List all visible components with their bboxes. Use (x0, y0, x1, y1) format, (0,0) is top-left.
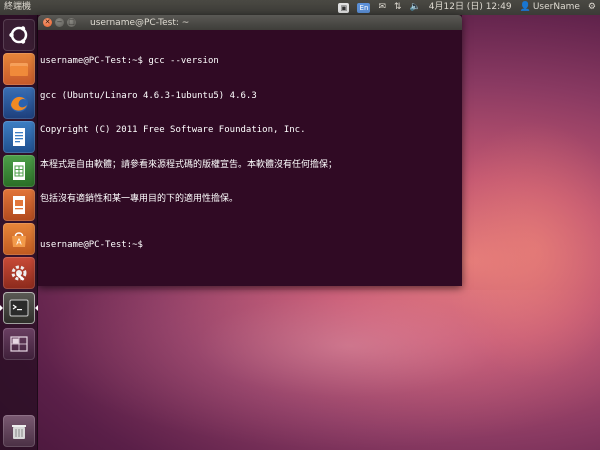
terminal-icon[interactable] (3, 292, 35, 324)
user-menu[interactable]: 👤 UserName (520, 0, 580, 15)
user-name: UserName (532, 2, 580, 12)
calc-glyph (13, 162, 25, 180)
launcher: A (0, 15, 38, 450)
workspace-glyph (10, 336, 28, 352)
terminal-line: Copyright (C) 2011 Free Software Foundat… (40, 125, 306, 135)
system-settings-icon[interactable] (3, 257, 35, 289)
ubuntu-logo (9, 26, 28, 44)
session-gear-icon[interactable]: ⚙ (588, 0, 596, 15)
dropbox-indicator-icon[interactable]: ▣ (338, 0, 350, 15)
window-maximize-button[interactable]: □ (67, 18, 76, 27)
ubuntu-dash-icon[interactable] (3, 19, 35, 51)
writer-document-icon[interactable] (3, 121, 35, 153)
firefox-glyph (10, 94, 28, 112)
terminal-titlebar[interactable]: ✕ − □ username@PC-Test: ~ (38, 15, 462, 30)
terminal-line: username@PC-Test:~$ gcc --version (40, 56, 219, 66)
window-minimize-button[interactable]: − (55, 18, 64, 27)
active-app-title: 終端機 (4, 2, 32, 12)
writer-glyph (13, 128, 25, 146)
terminal-output[interactable]: username@PC-Test:~$ gcc --version gcc (U… (38, 30, 462, 278)
shopping-bag-glyph: A (12, 232, 26, 247)
files-folder-icon[interactable] (3, 53, 35, 85)
folder-glyph (10, 63, 28, 76)
calc-spreadsheet-icon[interactable] (3, 155, 35, 187)
volume-icon[interactable]: 🔈 (410, 0, 421, 15)
software-center-icon[interactable]: A (3, 223, 35, 255)
wallpaper-glow (440, 120, 600, 380)
clock[interactable]: 4月12日 (日) 12:49 (429, 0, 512, 15)
svg-text:A: A (16, 238, 22, 247)
impress-presentation-icon[interactable] (3, 189, 35, 221)
window-close-button[interactable]: ✕ (43, 18, 52, 27)
top-panel: 終端機 ▣ En ✉ ⇅ 🔈 4月12日 (日) 12:49 👤 UserNam… (0, 0, 600, 15)
keyboard-layout-label: En (357, 2, 371, 13)
dropbox-icon: ▣ (338, 2, 350, 13)
trash-icon[interactable] (3, 415, 35, 447)
terminal-focused-indicator (35, 305, 38, 311)
terminal-title: username@PC-Test: ~ (90, 17, 190, 28)
terminal-running-indicator (0, 305, 3, 311)
gear-wrench-glyph (11, 265, 27, 281)
user-icon: 👤 (519, 2, 531, 12)
terminal-line: gcc (Ubuntu/Linaro 4.6.3-1ubuntu5) 4.6.3 (40, 90, 257, 101)
keyboard-layout-indicator[interactable]: En (357, 0, 371, 15)
terminal-prompt[interactable]: username@PC-Test:~$ (40, 240, 460, 252)
impress-glyph (13, 196, 25, 214)
terminal-line: 包括沒有適銷性和某一專用目的下的適用性擔保。 (40, 194, 239, 204)
workspace-switcher-icon[interactable] (3, 328, 35, 360)
messaging-menu-icon[interactable]: ✉ (378, 0, 386, 15)
trash-glyph (12, 425, 26, 439)
network-icon[interactable]: ⇅ (394, 0, 402, 15)
terminal-line: 本程式是自由軟體；請參看來源程式碼的版權宣告。本軟體沒有任何擔保； (40, 159, 338, 170)
terminal-window[interactable]: ✕ − □ username@PC-Test: ~ username@PC-Te… (38, 15, 462, 286)
firefox-icon[interactable] (3, 87, 35, 119)
terminal-glyph (9, 299, 29, 317)
